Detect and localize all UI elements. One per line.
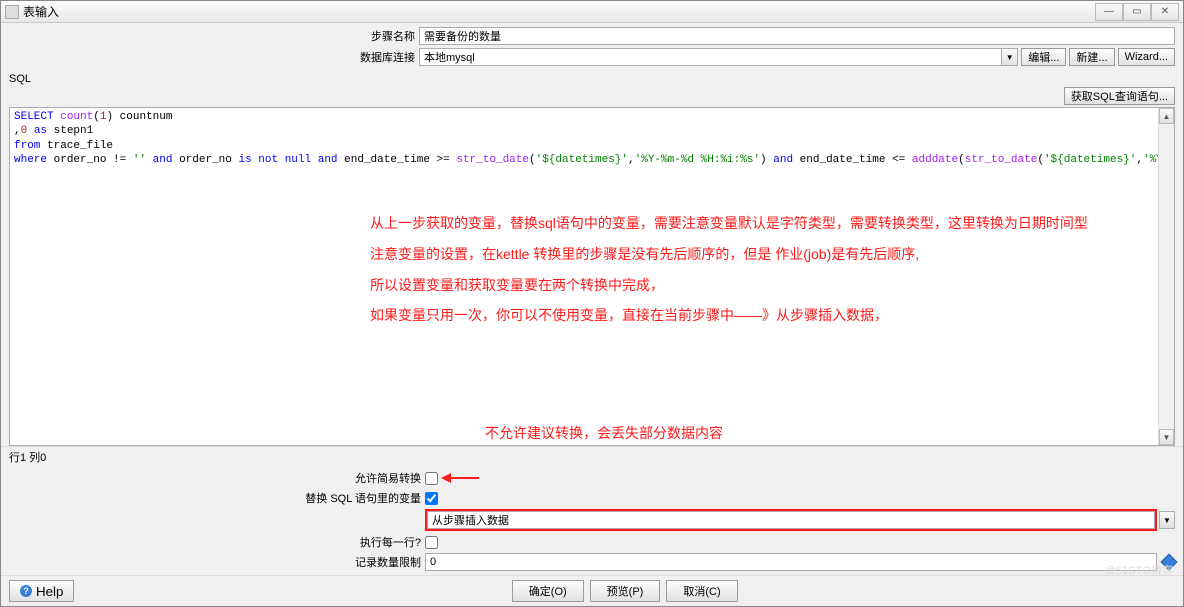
sql-text[interactable]: SELECT count(1) countnum ,0 as stepn1 fr…	[10, 108, 1174, 169]
get-sql-button[interactable]: 获取SQL查询语句...	[1064, 87, 1175, 105]
highlight-box: 从步骤插入数据	[425, 509, 1157, 531]
chevron-down-icon[interactable]: ▼	[1159, 511, 1175, 529]
maximize-button[interactable]: ▭	[1123, 3, 1151, 21]
scroll-down-icon[interactable]: ▼	[1159, 429, 1174, 445]
ok-button[interactable]: 确定(O)	[512, 580, 584, 602]
annotation-block-2: 不允许建议转换，会丢失部分数据内容 执行每一行可用可不用，都会执行	[485, 418, 723, 446]
titlebar: 表输入 — ▭ ✕	[1, 1, 1183, 23]
arrow-icon	[441, 470, 481, 486]
step-name-label: 步骤名称	[9, 28, 419, 44]
chevron-down-icon[interactable]: ▼	[1002, 48, 1018, 66]
step-name-input[interactable]	[419, 27, 1175, 45]
help-label: Help	[36, 584, 63, 599]
sql-editor[interactable]: SELECT count(1) countnum ,0 as stepn1 fr…	[9, 107, 1175, 446]
replace-vars-label: 替换 SQL 语句里的变量	[9, 490, 425, 506]
dialog-window: 表输入 — ▭ ✕ 步骤名称 数据库连接 ▼ 编辑... 新建... Wizar…	[0, 0, 1184, 607]
replace-vars-checkbox[interactable]	[425, 492, 438, 505]
insert-from-step-select[interactable]	[513, 514, 1150, 526]
minimize-button[interactable]: —	[1095, 3, 1123, 21]
new-conn-button[interactable]: 新建...	[1069, 48, 1114, 66]
options-panel: 允许简易转换 替换 SQL 语句里的变量 从步骤插入数据 ▼ 执行每一行?	[1, 467, 1183, 575]
annotation-line: 从上一步获取的变量，替换sql语句中的变量，需要注意变量默认是字符类型，需要转换…	[370, 208, 1088, 239]
help-button[interactable]: ? Help	[9, 580, 74, 602]
annotation-line: 如果变量只用一次，你可以不使用变量，直接在当前步骤中——》从步骤插入数据，	[370, 300, 1088, 331]
limit-input[interactable]	[425, 553, 1157, 571]
window-controls: — ▭ ✕	[1095, 3, 1179, 21]
insert-from-step-label: 从步骤插入数据	[432, 512, 509, 528]
wizard-button[interactable]: Wizard...	[1118, 48, 1175, 66]
edit-conn-button[interactable]: 编辑...	[1021, 48, 1066, 66]
db-conn-label: 数据库连接	[9, 49, 419, 65]
vertical-scrollbar[interactable]: ▲ ▼	[1158, 108, 1174, 445]
limit-label: 记录数量限制	[9, 554, 425, 570]
preview-button[interactable]: 预览(P)	[590, 580, 661, 602]
window-title: 表输入	[23, 3, 59, 20]
exec-each-row-label: 执行每一行?	[9, 534, 425, 550]
scroll-up-icon[interactable]: ▲	[1159, 108, 1174, 124]
db-conn-select[interactable]	[419, 48, 1002, 66]
annotation-block-1: 从上一步获取的变量，替换sql语句中的变量，需要注意变量默认是字符类型，需要转换…	[370, 208, 1088, 331]
annotation-line: 所以设置变量和获取变量要在两个转换中完成，	[370, 270, 1088, 301]
dialog-footer: ? Help 确定(O) 预览(P) 取消(C)	[1, 575, 1183, 606]
annotation-line: 不允许建议转换，会丢失部分数据内容	[485, 418, 723, 446]
sql-section-label: SQL	[1, 71, 1183, 87]
annotation-line: 注意变量的设置，在kettle 转换里的步骤是没有先后顺序的，但是 作业(job…	[370, 239, 1088, 270]
lazy-conv-label: 允许简易转换	[9, 470, 425, 486]
cursor-position: 行1 列0	[1, 446, 1183, 467]
cancel-button[interactable]: 取消(C)	[666, 580, 737, 602]
app-icon	[5, 5, 19, 19]
help-icon: ?	[20, 585, 32, 597]
lazy-conv-checkbox[interactable]	[425, 472, 438, 485]
close-button[interactable]: ✕	[1151, 3, 1179, 21]
header-fields: 步骤名称 数据库连接 ▼ 编辑... 新建... Wizard...	[1, 23, 1183, 71]
watermark: @51CTO博客	[1105, 562, 1173, 578]
exec-each-row-checkbox[interactable]	[425, 536, 438, 549]
